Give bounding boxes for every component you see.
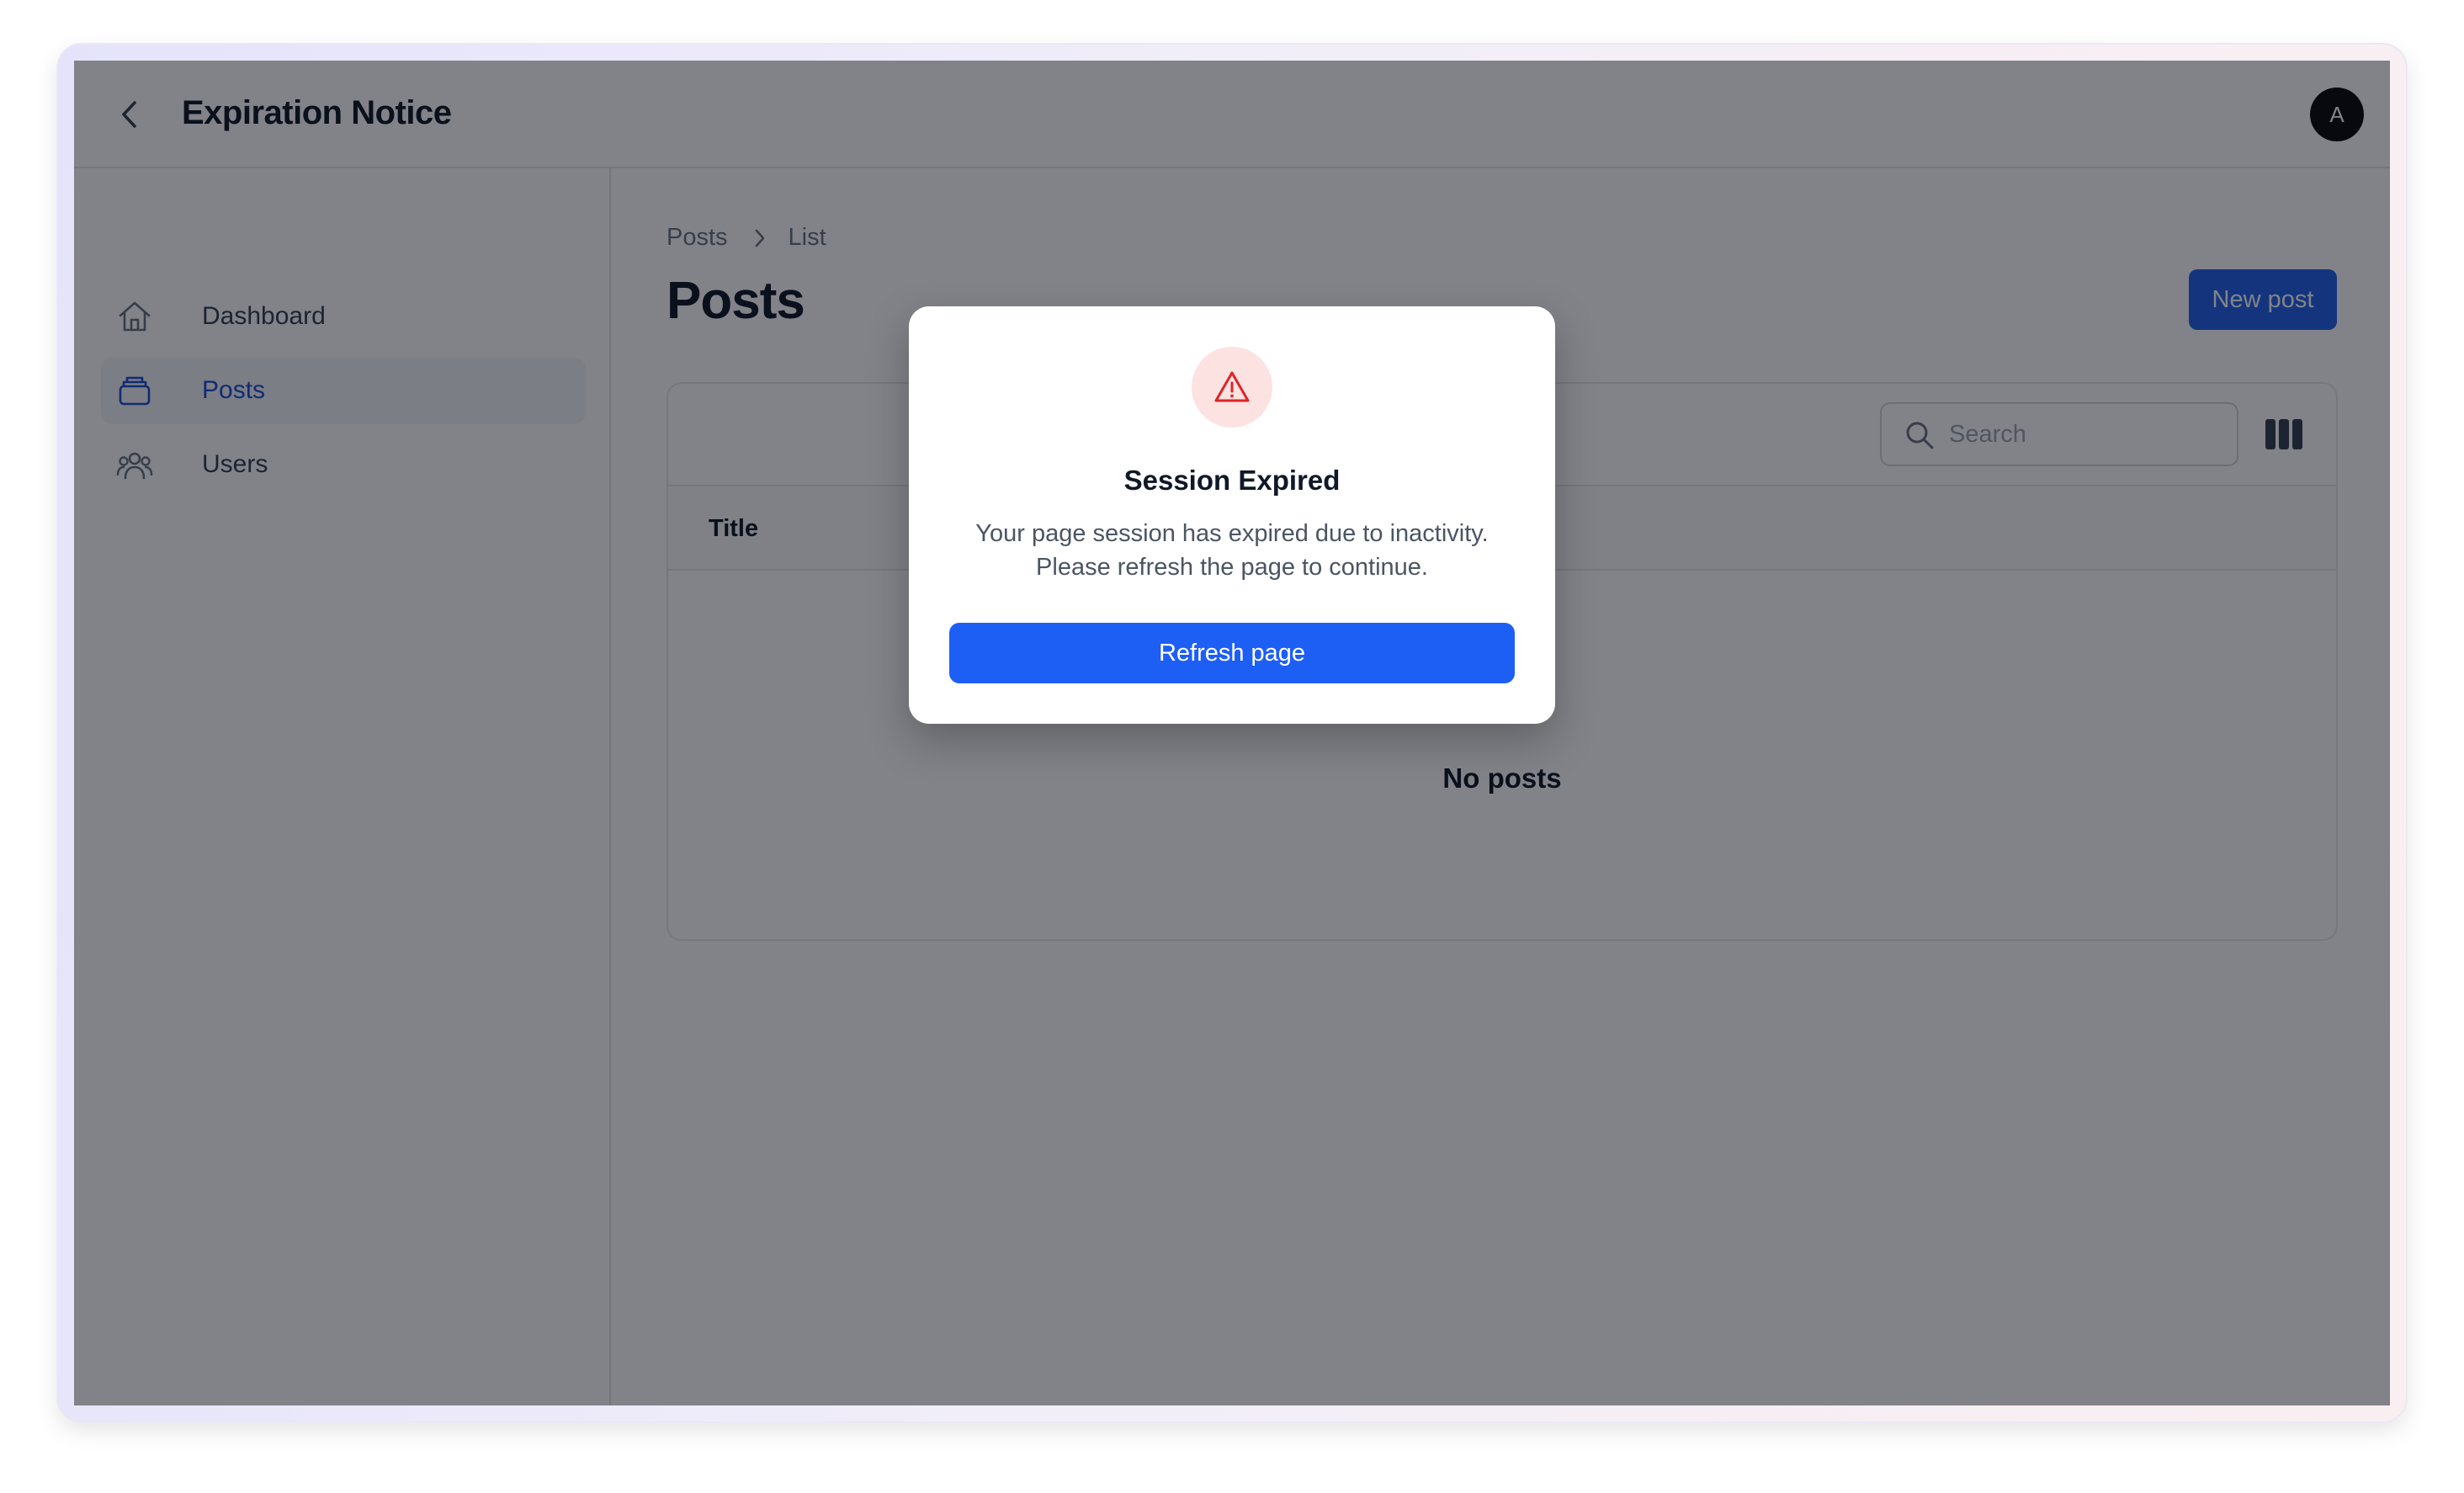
app-window: Expiration Notice A Dashboard Posts [74, 61, 2390, 1405]
dialog-message: Your page session has expired due to ina… [943, 517, 1521, 584]
dialog-message-line: Your page session has expired due to ina… [975, 520, 1489, 547]
dialog-message-line: Please refresh the page to continue. [1036, 554, 1428, 581]
dialog-title: Session Expired [1123, 465, 1341, 496]
modal-backdrop[interactable] [74, 61, 2390, 1405]
warning-triangle-icon [1214, 371, 1250, 402]
refresh-page-button[interactable]: Refresh page [949, 623, 1515, 683]
warning-icon-badge [1192, 347, 1272, 428]
session-expired-dialog: Session Expired Your page session has ex… [909, 306, 1555, 724]
